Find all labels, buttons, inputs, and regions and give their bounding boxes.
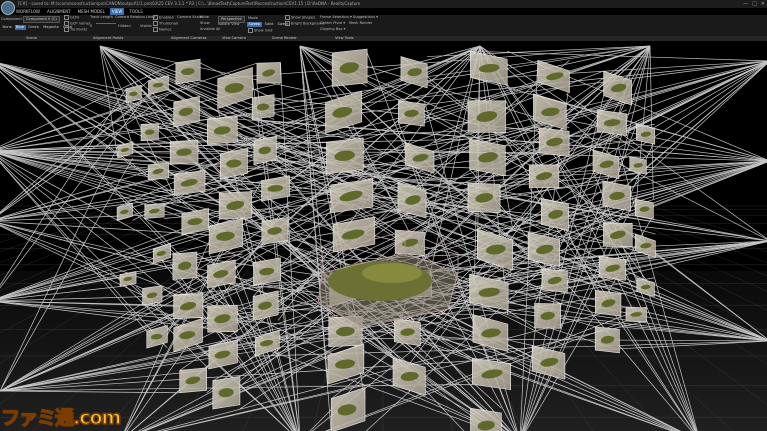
camera-thumbnail[interactable] xyxy=(602,180,631,212)
center-pivot-button[interactable]: Center Pivot ▾ xyxy=(320,21,345,26)
camera-thumbnail[interactable] xyxy=(175,58,201,85)
camera-thumbnail[interactable] xyxy=(140,123,159,142)
render-solid-button[interactable]: Solid xyxy=(263,22,275,27)
component-dropdown[interactable]: Component 0 (C) xyxy=(23,16,60,23)
camera-thumbnail[interactable] xyxy=(172,251,198,280)
shade-green-button[interactable]: Green xyxy=(27,25,41,30)
gcps-checkbox[interactable]: GCPs xyxy=(64,15,79,21)
camera-thumbnail[interactable] xyxy=(541,268,568,293)
camera-thumbnail[interactable] xyxy=(394,229,425,256)
camera-thumbnail[interactable] xyxy=(528,164,560,188)
window-title: [C#] - saved to: M:\scan\reconstruction\… xyxy=(18,1,361,6)
camera-relation-label: Camera Relation Lines xyxy=(115,15,156,19)
camera-thumbnail[interactable] xyxy=(538,127,570,157)
render-mode-buttons: Sweep Solid Sweet xyxy=(247,22,290,27)
mesh-render-button[interactable]: Mesh Render xyxy=(349,21,372,26)
menu-workflow[interactable]: WORKFLOW xyxy=(14,8,42,15)
camera-thumbnail[interactable] xyxy=(331,48,368,87)
camera-thumbnail[interactable] xyxy=(261,175,290,202)
camera-thumbnail[interactable] xyxy=(330,178,374,214)
camera-thumbnail[interactable] xyxy=(169,139,199,165)
clipping-box-button[interactable]: Clipping Box ▾ xyxy=(320,27,345,32)
show-label[interactable]: Show xyxy=(200,21,210,26)
camera-thumbnail[interactable] xyxy=(540,197,569,231)
camera-thumbnail[interactable] xyxy=(467,182,501,213)
names-checkbox[interactable]: Names xyxy=(153,27,171,33)
camera-thumbnail[interactable] xyxy=(394,318,421,347)
camera-thumbnail[interactable] xyxy=(471,357,512,391)
menu-tools[interactable]: TOOLS xyxy=(127,8,145,15)
camera-thumbnail[interactable] xyxy=(634,198,654,220)
camera-thumbnail[interactable] xyxy=(326,137,364,175)
camera-thumbnail[interactable] xyxy=(596,109,628,137)
thumbnail-checkbox[interactable]: Thumbnail xyxy=(153,21,178,27)
bright-background-checkbox[interactable]: Bright Background xyxy=(285,21,325,27)
camera-thumbnail[interactable] xyxy=(603,222,633,248)
camera-thumbnail[interactable] xyxy=(598,256,626,281)
camera-thumbnail[interactable] xyxy=(398,100,425,127)
app-logo-icon[interactable] xyxy=(1,1,15,15)
menu-alignment[interactable]: ALIGNMENT xyxy=(45,8,73,15)
camera-scale-value[interactable]: Wide xyxy=(200,15,209,20)
camera-thumbnail[interactable] xyxy=(251,94,275,120)
maximize-button[interactable]: □ xyxy=(752,0,757,8)
camera-thumbnail[interactable] xyxy=(253,257,281,286)
camera-thumbnail[interactable] xyxy=(467,100,506,133)
camera-thumbnail[interactable] xyxy=(256,62,281,84)
mode-label: Mode xyxy=(248,16,258,20)
camera-thumbnail[interactable] xyxy=(173,169,206,196)
shade-none-button[interactable]: None xyxy=(1,25,13,30)
shade-magenta-button[interactable]: Magenta xyxy=(42,25,61,30)
menu-bar: WORKFLOW ALIGNMENT MESH MODEL VIEW TOOLS xyxy=(14,8,145,15)
camera-thumbnail[interactable] xyxy=(625,306,647,323)
camera-thumbnail[interactable] xyxy=(206,116,238,145)
minimize-button[interactable]: — xyxy=(743,0,748,8)
camera-thumbnail[interactable] xyxy=(220,147,248,180)
camera-thumbnail[interactable] xyxy=(179,367,208,394)
camera-thumbnail[interactable] xyxy=(594,289,622,317)
component-label: Component xyxy=(1,17,22,21)
gcp-names-checkbox[interactable]: GCP names xyxy=(64,21,91,27)
menu-mesh-model[interactable]: MESH MODEL xyxy=(76,8,107,15)
camera-thumbnail[interactable] xyxy=(212,376,241,410)
enabled-checkbox[interactable]: Enabled xyxy=(153,15,174,21)
tie-points-checkbox[interactable]: Tie Points xyxy=(64,27,87,33)
menu-view[interactable]: VIEW xyxy=(109,8,125,15)
track-length-slider[interactable] xyxy=(96,23,116,24)
shade-buttons: None Blue Green Magenta Coral xyxy=(1,25,74,30)
3d-viewport[interactable] xyxy=(0,41,767,431)
camera-thumbnail[interactable] xyxy=(469,138,506,177)
famitsu-watermark-logo: ファミ通.com xyxy=(0,406,122,430)
camera-thumbnail[interactable] xyxy=(147,162,169,181)
camera-thumbnail[interactable] xyxy=(207,259,236,289)
camera-thumbnail[interactable] xyxy=(218,191,252,220)
track-length-min: 0 xyxy=(90,24,93,28)
isolate-view-button[interactable]: Isolate View xyxy=(218,22,240,27)
shade-blue-button[interactable]: Blue xyxy=(14,25,26,30)
camera-thumbnail[interactable] xyxy=(142,285,163,306)
show-grid-checkbox[interactable]: Show Grid xyxy=(248,28,272,34)
title-bar: [C#] - saved to: M:\scan\reconstruction\… xyxy=(0,0,767,8)
frame-selection-button[interactable]: Frame Selection ▾ Suggestions ▾ xyxy=(320,15,378,20)
ribbon-toolbar: Component Component 0 (C) None Blue Gree… xyxy=(0,15,767,36)
camera-thumbnail[interactable] xyxy=(253,135,277,166)
camera-thumbnail[interactable] xyxy=(261,217,289,245)
camera-scale-label: Camera Scale xyxy=(177,15,202,19)
camera-thumbnail[interactable] xyxy=(534,303,561,329)
camera-thumbnail[interactable] xyxy=(594,326,620,354)
close-button[interactable]: ✕ xyxy=(761,0,765,8)
camera-thumbnail[interactable] xyxy=(207,304,238,333)
invisible-all-label[interactable]: Invisible All xyxy=(200,27,220,32)
show-shapes-checkbox[interactable]: Show Shapes xyxy=(285,15,315,21)
component-selector[interactable]: Component Component 0 (C) xyxy=(1,16,60,23)
track-length-label: Track Length xyxy=(90,15,113,19)
suggestions-dropdown[interactable]: Suggestions xyxy=(353,15,375,19)
camera-relation-visible[interactable]: Visible xyxy=(140,24,152,29)
camera-thumbnail[interactable] xyxy=(144,203,165,219)
camera-thumbnail[interactable] xyxy=(173,293,204,320)
window-controls: — □ ✕ xyxy=(743,0,765,8)
track-length-hidden: Hidden xyxy=(118,24,131,28)
render-sweep-button[interactable]: Sweep xyxy=(247,22,262,27)
